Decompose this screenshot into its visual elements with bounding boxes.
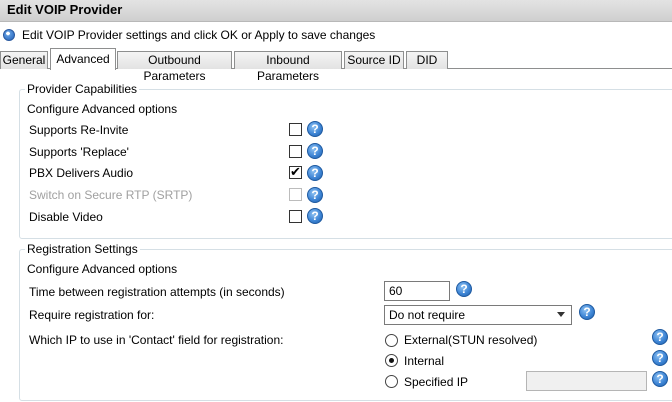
radio-specified-ip-label: Specified IP (404, 375, 469, 389)
tab-outbound-parameters[interactable]: Outbound Parameters (117, 51, 232, 83)
help-icon[interactable] (456, 281, 472, 297)
window-titlebar: Edit VOIP Provider (0, 0, 672, 22)
pbx-delivers-audio-checkbox[interactable]: ✔ (289, 164, 302, 179)
registration-interval-label: Time between registration attempts (in s… (29, 285, 285, 299)
radio-external-stun-label: External(STUN resolved) (404, 333, 538, 347)
supports-replace-checkbox[interactable] (289, 145, 302, 158)
help-icon[interactable] (307, 121, 323, 137)
supports-replace-label: Supports 'Replace' (29, 145, 129, 159)
chevron-down-icon (557, 312, 565, 317)
disable-video-checkbox[interactable] (289, 210, 302, 223)
srtp-checkbox[interactable] (289, 188, 302, 201)
help-icon[interactable] (652, 329, 668, 345)
pbx-delivers-audio-label: PBX Delivers Audio (29, 166, 134, 180)
contact-ip-label: Which IP to use in 'Contact' field for r… (29, 333, 284, 347)
radio-internal-label: Internal (404, 354, 445, 368)
help-icon[interactable] (652, 371, 668, 387)
subheader: Edit VOIP Provider settings and click OK… (0, 24, 672, 46)
registration-settings-legend: Registration Settings (25, 242, 140, 256)
registration-interval-input[interactable]: 60 (384, 281, 450, 301)
radio-specified-ip[interactable] (385, 375, 398, 388)
tab-source-id[interactable]: Source ID (344, 51, 404, 69)
require-registration-value: Do not require (389, 308, 466, 322)
disable-video-label: Disable Video (29, 210, 103, 224)
help-icon[interactable] (652, 350, 668, 366)
srtp-label: Switch on Secure RTP (SRTP) (29, 188, 193, 202)
tab-general[interactable]: General (0, 51, 48, 69)
help-icon[interactable] (307, 187, 323, 203)
info-icon (3, 29, 15, 41)
specified-ip-input[interactable] (526, 371, 647, 391)
supports-reinvite-label: Supports Re-Invite (29, 123, 129, 137)
check-mark-icon: ✔ (290, 164, 301, 179)
tab-strip: General Advanced Outbound Parameters Inb… (0, 48, 672, 83)
help-icon[interactable] (579, 304, 595, 320)
provider-capabilities-legend: Provider Capabilities (25, 82, 140, 96)
subheader-text: Edit VOIP Provider settings and click OK… (22, 28, 376, 42)
tab-did[interactable]: DID (406, 51, 448, 69)
radio-external-stun[interactable] (385, 334, 398, 347)
require-registration-select[interactable]: Do not require (384, 305, 572, 325)
supports-reinvite-checkbox[interactable] (289, 123, 302, 136)
help-icon[interactable] (307, 143, 323, 159)
help-icon[interactable] (307, 165, 323, 181)
radio-internal[interactable] (385, 354, 398, 367)
registration-subtitle: Configure Advanced options (27, 262, 178, 276)
window-title: Edit VOIP Provider (7, 2, 123, 17)
require-registration-label: Require registration for: (29, 308, 155, 322)
tab-advanced[interactable]: Advanced (50, 48, 116, 70)
radio-selected-dot (389, 358, 394, 363)
capabilities-subtitle: Configure Advanced options (27, 102, 178, 116)
help-icon[interactable] (307, 208, 323, 224)
tab-inbound-parameters[interactable]: Inbound Parameters (234, 51, 342, 83)
